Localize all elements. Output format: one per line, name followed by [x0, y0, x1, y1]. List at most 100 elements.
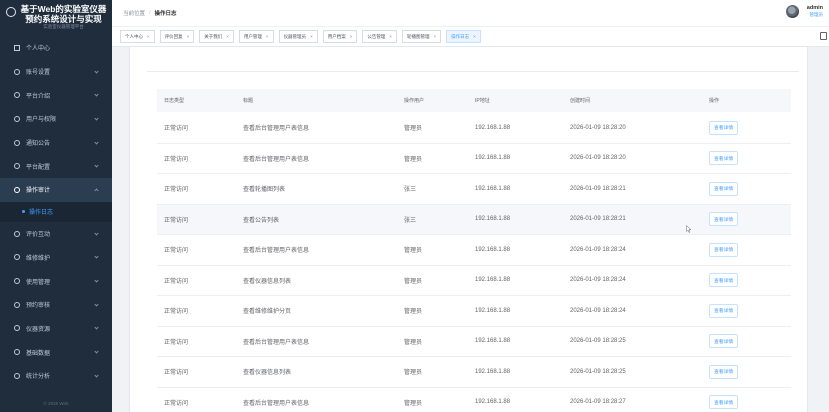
cell-ip: 192.168.1.88 — [475, 338, 511, 345]
cell-title: 查看维修维护分页 — [243, 309, 292, 316]
sidebar-item[interactable]: 通知公告 — [0, 131, 112, 155]
sidebar-subitem-operation-log[interactable]: 操作日志 — [0, 201, 112, 222]
view-details-button[interactable]: 查看详情 — [709, 273, 739, 288]
sidebar-item[interactable]: 使用管理 — [0, 269, 112, 293]
close-icon[interactable]: × — [266, 34, 269, 39]
sidebar-item-label: 个人中心 — [26, 46, 51, 53]
circle-icon — [14, 68, 20, 75]
view-details-button[interactable]: 查看详情 — [709, 120, 739, 135]
sidebar-item[interactable]: 用户与权限 — [0, 107, 112, 131]
view-details-button[interactable]: 查看详情 — [709, 303, 739, 318]
close-icon[interactable]: × — [350, 34, 353, 39]
table-row: 正常访问 查看仪器信息列表 管理员 192.168.1.88 2026-01-09 18… — [157, 266, 791, 296]
close-icon[interactable]: × — [473, 34, 476, 39]
sidebar-item-label: 维修维护 — [26, 255, 51, 262]
cell-ip: 192.168.1.88 — [475, 307, 511, 314]
circle-icon — [14, 163, 20, 170]
tags-bar: 个人中心 × 评价回复 × 关于我们 × 用户管理 × 仪器管理员 × 用户档案 × 公告管理 × 轮播图管… — [112, 26, 829, 47]
tab-tag[interactable]: 用户管理 × — [238, 30, 274, 43]
circle-icon — [14, 372, 20, 379]
tab-tag[interactable]: 关于我们 × — [199, 30, 234, 43]
cell-created: 2026-01-09 18:28:21 — [570, 185, 626, 192]
cell-created: 2026-01-09 18:28:24 — [570, 277, 626, 284]
tab-tag[interactable]: 轮播图管理 × — [401, 30, 442, 43]
sidebar-item[interactable]: 操作审计 — [0, 178, 112, 202]
breadcrumb-home[interactable]: 当前位置 — [123, 9, 145, 17]
circle-icon — [14, 92, 20, 99]
sidebar-item[interactable]: 基础数据 — [0, 340, 112, 364]
table-header: 日志类型 标题 操作用户 IP地址 创建时间 操作 — [157, 89, 791, 112]
close-icon[interactable]: × — [147, 34, 150, 39]
table-row: 正常访问 查看仪器信息列表 管理员 192.168.1.88 2026-01-09 18… — [157, 357, 791, 388]
fullscreen-icon[interactable] — [820, 32, 827, 40]
chevron-down-icon — [94, 68, 99, 74]
cell-title: 查看后台管理用户表信息 — [243, 156, 310, 163]
cell-ip: 192.168.1.88 — [475, 124, 511, 131]
mouse-cursor-icon — [686, 225, 692, 233]
sidebar-item[interactable]: 账号设置 — [0, 60, 112, 84]
sidebar-item[interactable]: 统计分析 — [0, 364, 112, 388]
user-menu[interactable]: admin 管理员 — [807, 5, 823, 18]
cell-log-type: 正常访问 — [164, 278, 189, 285]
cell-ip: 192.168.1.88 — [475, 246, 511, 253]
cell-title: 查看仪器信息列表 — [243, 278, 292, 285]
tab-tag[interactable]: 评价回复 × — [159, 30, 195, 43]
cell-ip: 192.168.1.88 — [475, 185, 511, 192]
cell-created: 2026-01-09 18:28:20 — [570, 155, 626, 162]
view-details-button[interactable]: 查看详情 — [709, 364, 739, 379]
tab-tag[interactable]: 个人中心 × — [120, 30, 155, 43]
sidebar-item-label: 账号设置 — [26, 70, 51, 77]
top-header: 当前位置 / 操作日志 admin 管理员 — [112, 0, 829, 26]
sidebar-item[interactable]: 维修维护 — [0, 246, 112, 270]
chevron-down-icon — [94, 373, 99, 378]
close-icon[interactable]: × — [433, 34, 436, 39]
close-icon[interactable]: × — [310, 34, 313, 39]
avatar[interactable] — [786, 5, 799, 18]
cell-created: 2026-01-09 18:28:20 — [570, 124, 626, 131]
sidebar-item[interactable]: 仪器资源 — [0, 317, 112, 341]
tab-tag[interactable]: 公告管理 × — [362, 30, 397, 43]
tab-tag[interactable]: 仪器管理员 × — [278, 30, 318, 43]
circle-icon — [14, 115, 20, 122]
close-icon[interactable]: × — [226, 34, 229, 39]
view-details-button[interactable]: 查看详情 — [709, 151, 739, 166]
tab-tag-label: 公告管理 — [367, 33, 386, 39]
view-details-button[interactable]: 查看详情 — [709, 212, 739, 227]
chevron-down-icon — [94, 139, 99, 145]
sidebar-item[interactable]: 平台配置 — [0, 154, 112, 178]
tab-tag-label: 关于我们 — [204, 33, 223, 39]
user-role: 管理员 — [809, 12, 824, 17]
cell-user: 管理员 — [404, 126, 423, 133]
cell-title: 查看仪器信息列表 — [243, 370, 292, 377]
view-details-button[interactable]: 查看详情 — [709, 334, 739, 349]
view-details-button[interactable]: 查看详情 — [709, 181, 739, 196]
close-icon[interactable]: × — [389, 34, 392, 39]
cell-user: 管理员 — [404, 248, 423, 255]
cell-ip: 192.168.1.88 — [475, 368, 511, 375]
tab-tag-label: 评价回复 — [164, 33, 183, 39]
sidebar-item-label: 预约审核 — [26, 303, 51, 310]
circle-icon — [14, 139, 20, 146]
view-details-button[interactable]: 查看详情 — [709, 395, 739, 410]
sidebar-item-label: 评价互动 — [26, 232, 51, 239]
cell-log-type: 正常访问 — [164, 400, 189, 407]
chevron-down-icon — [94, 188, 99, 193]
sidebar-item[interactable]: 评价互动 — [0, 222, 112, 246]
cell-created: 2026-01-09 18:28:25 — [570, 368, 626, 375]
app-subtitle: 实验室仪器管理平台 — [43, 24, 84, 29]
dot-icon — [22, 210, 25, 214]
cell-user: 管理员 — [404, 309, 423, 316]
header-ip: IP地址 — [475, 98, 490, 104]
main-content: 日志类型 标题 操作用户 IP地址 创建时间 操作 正常访问 查看后台管理用户表信… — [129, 47, 808, 412]
close-icon[interactable]: × — [187, 34, 190, 39]
view-details-button[interactable]: 查看详情 — [709, 242, 739, 257]
sidebar-item[interactable]: 预约审核 — [0, 293, 112, 317]
tab-tag[interactable]: 用户档案 × — [322, 30, 358, 43]
cell-user: 管理员 — [404, 278, 423, 285]
tab-tag[interactable]: 操作日志 × — [446, 30, 481, 43]
sidebar: 基于Web的实验室仪器 预约系统设计与实现 实验室仪器管理平台 个人中心 账号设置… — [0, 0, 112, 412]
sidebar-item[interactable]: 个人中心 — [0, 36, 112, 60]
tab-tag-label: 仪器管理员 — [283, 33, 307, 39]
sidebar-item[interactable]: 平台介绍 — [0, 83, 112, 107]
circle-icon — [14, 349, 20, 356]
